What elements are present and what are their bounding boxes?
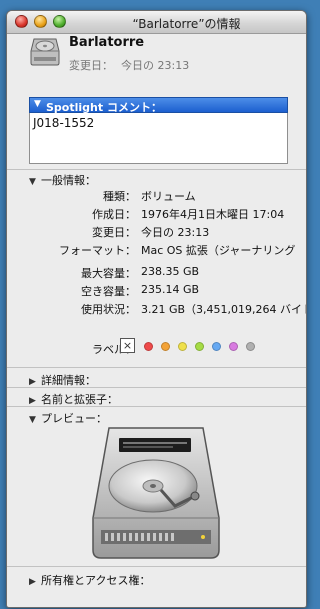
modified-label: 変更日： [69,59,113,72]
disclosure-closed-icon[interactable]: ▶ [29,396,41,406]
label-gray-swatch[interactable] [246,342,255,351]
info-key: 空き容量： [81,285,136,298]
info-value: 3.21 GB（3,451,019,264 バイト） [141,303,307,316]
permissions-section-header[interactable]: ▶ 所有権とアクセス権： [29,572,150,588]
zoom-button[interactable] [53,15,66,28]
disclosure-open-icon[interactable]: ▼ [34,99,41,109]
divider [7,169,306,170]
divider [7,566,306,567]
label-orange-swatch[interactable] [161,342,170,351]
info-value: 238.35 GB [141,265,200,278]
info-key: フォーマット： [59,244,136,257]
title-bar[interactable]: “Barlatorre”の情報 [7,11,306,34]
info-value: ボリューム [141,190,196,203]
info-value: 235.14 GB [141,283,200,296]
info-window: “Barlatorre”の情報 Barlatorre 変更日： 今日の 23:13… [6,10,307,608]
label-yellow-swatch[interactable] [178,342,187,351]
general-section-header[interactable]: ▼ 一般情報： [29,172,96,188]
info-key: 種類： [103,190,136,203]
modified-value: 今日の 23:13 [121,59,190,72]
label-green-swatch[interactable] [195,342,204,351]
info-row: フォーマット： Mac OS 拡張（ジャーナリング [7,242,306,258]
label-purple-swatch[interactable] [229,342,238,351]
name-ext-label: 名前と拡張子： [41,393,118,406]
window-title: “Barlatorre”の情報 [132,17,241,31]
permissions-label: 所有権とアクセス権： [41,574,151,587]
disclosure-closed-icon[interactable]: ▶ [29,577,41,587]
divider [7,406,306,407]
volume-name: Barlatorre [69,35,145,50]
modified-line: 変更日： 今日の 23:13 [69,57,189,73]
info-row: 作成日： 1976年4月1日木曜日 17:04 [7,206,306,222]
info-row: 空き容量： 235.14 GB [7,283,306,299]
info-row: 変更日： 今日の 23:13 [7,224,306,240]
divider [7,367,306,368]
label-picker: ラベル： × [7,338,306,356]
more-info-section-header[interactable]: ▶ 詳細情報： [29,372,96,388]
info-row: 最大容量： 238.35 GB [7,265,306,281]
disclosure-closed-icon[interactable]: ▶ [29,377,41,387]
label-none-button[interactable]: × [120,338,135,353]
close-button[interactable] [15,15,28,28]
spotlight-header[interactable]: ▼ Spotlight コメント： [29,97,288,114]
disclosure-open-icon[interactable]: ▼ [29,177,41,187]
info-value: 1976年4月1日木曜日 17:04 [141,208,285,221]
label-red-swatch[interactable] [144,342,153,351]
hard-disk-preview-icon [92,427,220,559]
preview-section-header[interactable]: ▼ プレビュー： [29,410,107,426]
info-value: 今日の 23:13 [141,226,210,239]
info-key: 最大容量： [81,267,136,280]
spotlight-comment-field[interactable]: J018-1552 [29,113,288,164]
info-key: 使用状況： [81,303,136,316]
divider [7,387,306,388]
general-section-label: 一般情報： [41,174,96,187]
name-ext-section-header[interactable]: ▶ 名前と拡張子： [29,391,118,407]
label-blue-swatch[interactable] [212,342,221,351]
info-key: 変更日： [92,226,136,239]
minimize-button[interactable] [34,15,47,28]
info-row: 種類： ボリューム [7,188,306,204]
info-value: Mac OS 拡張（ジャーナリング [141,244,296,257]
info-row: 使用状況： 3.21 GB（3,451,019,264 バイト） [7,301,306,317]
info-key: 作成日： [92,208,136,221]
preview-label: プレビュー： [41,412,107,425]
more-info-label: 詳細情報： [41,374,96,387]
disclosure-open-icon[interactable]: ▼ [29,415,41,425]
hard-disk-icon [30,38,60,66]
